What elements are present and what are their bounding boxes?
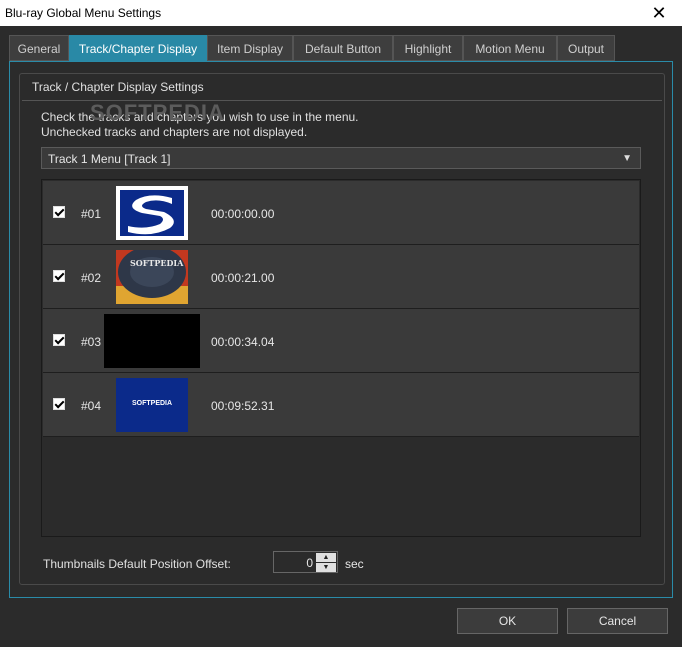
description-line-2: Unchecked tracks and chapters are not di… bbox=[41, 125, 308, 139]
row-checkbox[interactable] bbox=[53, 270, 65, 282]
chapter-number: #03 bbox=[81, 335, 102, 349]
track-menu-select-value: Track 1 Menu [Track 1] bbox=[48, 152, 171, 166]
chapter-time: 00:00:21.00 bbox=[211, 271, 275, 285]
offset-value[interactable]: 0 bbox=[306, 556, 313, 570]
offset-label: Thumbnails Default Position Offset: bbox=[43, 557, 231, 571]
tab-item-display[interactable]: Item Display bbox=[207, 35, 293, 61]
offset-stepper[interactable]: 0 ▲ ▼ bbox=[273, 551, 338, 573]
list-item[interactable]: #04 SOFTPEDIA 00:09:52.31 bbox=[43, 373, 639, 437]
list-item[interactable]: #03 00:00:34.04 bbox=[43, 309, 639, 373]
tab-general[interactable]: General bbox=[9, 35, 69, 61]
group-title: Track / Chapter Display Settings bbox=[32, 80, 204, 94]
chevron-down-icon: ▼ bbox=[622, 153, 632, 164]
tab-default-button[interactable]: Default Button bbox=[293, 35, 393, 61]
tab-track-chapter-display[interactable]: Track/Chapter Display bbox=[69, 35, 207, 61]
offset-unit: sec bbox=[345, 557, 364, 571]
arrow-up-icon[interactable]: ▲ bbox=[316, 553, 336, 562]
title-bar: Blu-ray Global Menu Settings ✕ bbox=[0, 0, 682, 26]
chapter-number: #02 bbox=[81, 271, 102, 285]
tab-highlight[interactable]: Highlight bbox=[393, 35, 463, 61]
list-item[interactable]: #01 00:00:00.00 bbox=[43, 181, 639, 245]
tab-motion-menu[interactable]: Motion Menu bbox=[463, 35, 557, 61]
close-icon[interactable]: ✕ bbox=[636, 0, 682, 26]
chapter-time: 00:09:52.31 bbox=[211, 399, 275, 413]
chapter-number: #01 bbox=[81, 207, 102, 221]
thumbnail-disc: SOFTPEDIA bbox=[116, 250, 188, 304]
thumbnail-disc-text: SOFTPEDIA bbox=[130, 258, 184, 268]
cancel-button[interactable]: Cancel bbox=[567, 608, 668, 634]
row-checkbox[interactable] bbox=[53, 334, 65, 346]
thumbnail-softpedia: SOFTPEDIA bbox=[116, 378, 188, 432]
row-checkbox[interactable] bbox=[53, 206, 65, 218]
track-menu-select[interactable]: Track 1 Menu [Track 1] ▼ bbox=[41, 147, 641, 169]
arrow-down-icon[interactable]: ▼ bbox=[316, 563, 336, 572]
thumbnail-s-logo bbox=[116, 186, 188, 240]
watermark: SOFTPEDIA bbox=[90, 100, 225, 125]
row-checkbox[interactable] bbox=[53, 398, 65, 410]
chapter-time: 00:00:00.00 bbox=[211, 207, 275, 221]
ok-button[interactable]: OK bbox=[457, 608, 558, 634]
thumbnail-black bbox=[104, 314, 200, 368]
thumbnail-softpedia-text: SOFTPEDIA bbox=[132, 400, 173, 407]
list-item[interactable]: #02 SOFTPEDIA 00:00:21.00 bbox=[43, 245, 639, 309]
chapter-number: #04 bbox=[81, 399, 102, 413]
window-title: Blu-ray Global Menu Settings bbox=[5, 6, 162, 20]
tab-output[interactable]: Output bbox=[557, 35, 615, 61]
chapter-list[interactable]: #01 00:00:00.00 #02 SOFTPEDIA 00:00:21.0… bbox=[41, 179, 641, 537]
chapter-time: 00:00:34.04 bbox=[211, 335, 275, 349]
